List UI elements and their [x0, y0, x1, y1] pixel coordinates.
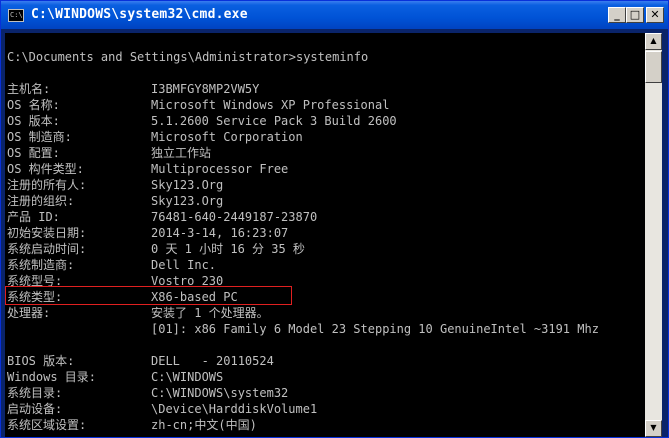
info-key: 产品 ID:	[7, 210, 60, 224]
info-value: [01]: x86 Family 6 Model 23 Stepping 10 …	[151, 322, 599, 336]
close-button[interactable]: ✕	[646, 7, 664, 23]
info-value: C:\WINDOWS	[151, 370, 224, 384]
info-key: OS 制造商:	[7, 130, 72, 144]
info-value: zh-cn;中文(中国)	[151, 418, 257, 432]
info-value: Multiprocessor Free	[151, 162, 289, 176]
info-key: 注册的组织:	[7, 194, 75, 208]
info-key: 系统区域设置:	[7, 418, 87, 432]
info-key: Windows 目录:	[7, 370, 97, 384]
system-type-highlight-box	[5, 286, 292, 305]
scroll-down-button[interactable]: ▼	[645, 420, 662, 437]
info-key: 处理器:	[7, 306, 51, 320]
info-key: BIOS 版本:	[7, 354, 75, 368]
title-bar[interactable]: C:\ C:\WINDOWS\system32\cmd.exe _ □ ✕	[1, 1, 668, 29]
cmd-icon[interactable]: C:\	[8, 9, 24, 22]
info-key: 系统目录:	[7, 386, 63, 400]
info-key: OS 配置:	[7, 146, 60, 160]
scroll-up-button[interactable]: ▲	[645, 33, 662, 50]
maximize-button[interactable]: □	[626, 7, 644, 23]
info-value: Microsoft Corporation	[151, 130, 303, 144]
info-value: 5.1.2600 Service Pack 3 Build 2600	[151, 114, 397, 128]
info-key: OS 版本:	[7, 114, 60, 128]
info-key: 系统启动时间:	[7, 242, 87, 256]
info-value: Microsoft Windows XP Professional	[151, 98, 390, 112]
info-value: C:\WINDOWS\system32	[151, 386, 289, 400]
info-key: 初始安装日期:	[7, 226, 87, 240]
prompt-line: C:\Documents and Settings\Administrator>…	[7, 50, 369, 64]
info-value: 2014-3-14, 16:23:07	[151, 226, 289, 240]
window-frame-right	[662, 29, 668, 437]
minimize-button[interactable]: _	[608, 7, 626, 23]
info-value: 0 天 1 小时 16 分 35 秒	[151, 242, 305, 256]
info-value: DELL - 20110524	[151, 354, 274, 368]
info-value: Dell Inc.	[151, 258, 217, 272]
cmd-window: C:\ C:\WINDOWS\system32\cmd.exe _ □ ✕ C:…	[0, 0, 669, 438]
scroll-thumb[interactable]	[645, 51, 662, 83]
vertical-scrollbar[interactable]: ▲ ▼	[645, 33, 662, 437]
info-key: OS 名称:	[7, 98, 60, 112]
console-output[interactable]: C:\Documents and Settings\Administrator>…	[5, 33, 645, 437]
info-value: Sky123.Org	[151, 178, 224, 192]
info-value: 76481-640-2449187-23870	[151, 210, 318, 224]
info-key: 系统制造商:	[7, 258, 75, 272]
info-value: Sky123.Org	[151, 194, 224, 208]
info-value: 独立工作站	[151, 146, 212, 160]
window-title: C:\WINDOWS\system32\cmd.exe	[31, 7, 248, 22]
info-key: OS 构件类型:	[7, 162, 84, 176]
info-key: 主机名:	[7, 82, 51, 96]
info-key: 注册的所有人:	[7, 178, 87, 192]
info-value: 安装了 1 个处理器。	[151, 306, 269, 320]
info-key: 启动设备:	[7, 402, 63, 416]
info-value: \Device\HarddiskVolume1	[151, 402, 318, 416]
info-value: I3BMFGY8MP2VW5Y	[151, 82, 260, 96]
